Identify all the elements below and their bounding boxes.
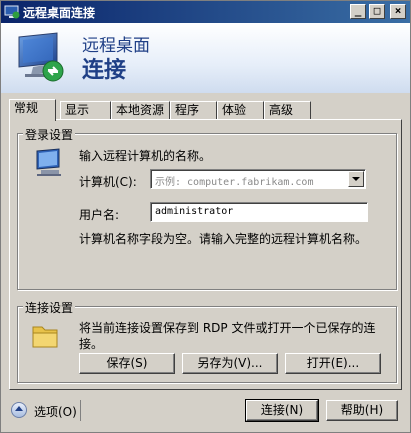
chevron-up-icon <box>11 402 27 418</box>
login-settings-label: 登录设置 <box>23 126 76 143</box>
tab-panel-general: 登录设置 输入远程计算机的名称。 计算机(C): 示例: computer.fa… <box>9 119 402 390</box>
close-button[interactable]: × <box>390 4 406 19</box>
computer-label: 计算机(C): <box>79 175 137 189</box>
open-button[interactable]: 打开(E)... <box>285 353 381 374</box>
maximize-button[interactable]: □ <box>369 4 385 19</box>
connect-button[interactable]: 连接(N) <box>245 399 319 422</box>
folder-icon <box>32 326 58 348</box>
remote-desktop-logo-icon <box>18 32 64 82</box>
remote-desktop-icon <box>4 5 20 19</box>
connection-settings-group: 连接设置 将当前连接设置保存到 RDP 文件或打开一个已保存的连 接。 保存(S… <box>17 299 397 383</box>
computer-name-status: 计算机名称字段为空。请输入完整的远程计算机名称。 <box>79 232 368 246</box>
save-as-button[interactable]: 另存为(V)... <box>182 353 278 374</box>
options-label: 选项(O) <box>34 405 77 419</box>
computer-icon <box>36 148 61 176</box>
login-instruction: 输入远程计算机的名称。 <box>79 149 212 163</box>
banner-title-line2: 连接 <box>82 58 127 83</box>
options-toggle[interactable]: 选项(O) <box>9 400 81 421</box>
username-field[interactable]: administrator <box>150 202 368 222</box>
window-title: 远程桌面连接 <box>23 6 96 20</box>
username-label: 用户名: <box>79 208 120 222</box>
help-button[interactable]: 帮助(H) <box>326 400 398 421</box>
login-settings-group: 登录设置 输入远程计算机的名称。 计算机(C): 示例: computer.fa… <box>17 126 397 290</box>
minimize-button[interactable]: _ <box>350 4 366 19</box>
computer-dropdown-arrow-icon[interactable] <box>348 171 364 187</box>
tab-advanced[interactable]: 高级 <box>264 101 311 120</box>
tab-programs[interactable]: 程序 <box>170 101 217 120</box>
tab-general[interactable]: 常规 <box>9 99 56 121</box>
remote-desktop-window: 远程桌面连接 _ □ × 远程桌面 连接 常规 显示 本地资源 程序 体验 高级… <box>0 0 411 433</box>
tab-display[interactable]: 显示 <box>60 101 111 120</box>
banner: 远程桌面 连接 <box>1 23 410 93</box>
connection-description-line1: 将当前连接设置保存到 RDP 文件或打开一个已保存的连 <box>79 321 376 335</box>
save-button[interactable]: 保存(S) <box>79 353 175 374</box>
tab-local-resources[interactable]: 本地资源 <box>111 101 170 120</box>
computer-combobox[interactable]: 示例: computer.fabrikam.com <box>150 169 366 189</box>
title-bar[interactable]: 远程桌面连接 _ □ × <box>1 1 410 23</box>
tab-experience[interactable]: 体验 <box>217 101 264 120</box>
connection-settings-label: 连接设置 <box>23 299 76 316</box>
connection-description-line2: 接。 <box>79 337 104 351</box>
